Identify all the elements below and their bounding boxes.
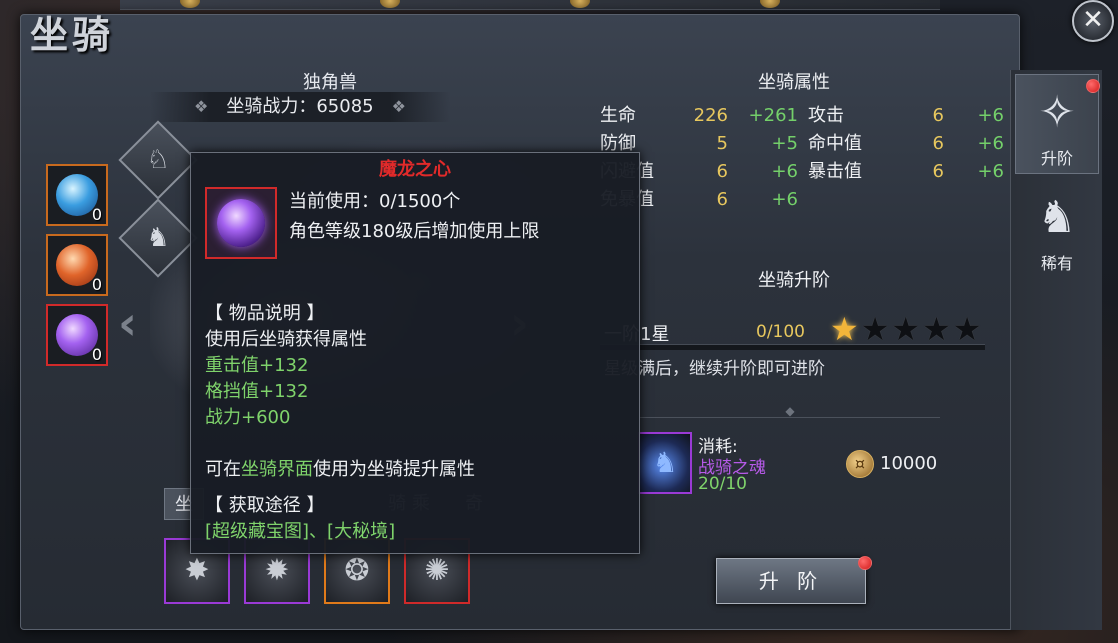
divider: ◆: [640, 404, 940, 418]
stat-label: 生命: [600, 105, 636, 126]
stat-bonus: +6: [977, 105, 1004, 126]
stat-value: 6: [932, 161, 944, 182]
currency-strip: [120, 0, 940, 10]
stat-value: 6: [932, 133, 944, 154]
tooltip-sources[interactable]: [超级藏宝图]、[大秘境]: [205, 517, 395, 543]
ornament-icon: ❖: [391, 97, 406, 116]
ornament-icon: ❖: [194, 97, 209, 116]
notification-dot: [858, 556, 872, 570]
stat-label: 暴击值: [808, 161, 862, 182]
tooltip-source-header: 【 获取途径 】: [205, 495, 325, 516]
consumable-slot[interactable]: 0: [46, 304, 108, 366]
usage-text: 使用为坐骑提升属性: [313, 459, 475, 480]
star-empty-icon: ★: [922, 310, 953, 348]
cost-item-slot[interactable]: ♞: [638, 432, 692, 494]
tooltip-item-icon: [205, 187, 277, 259]
star-filled-icon: ★: [830, 310, 861, 348]
gold-coin-icon: [180, 0, 200, 8]
star-empty-icon: ★: [860, 310, 892, 348]
stat-bonus: +6: [771, 189, 798, 210]
stat-row: 生命 226 +261: [600, 104, 800, 128]
upgrade-button[interactable]: 升 阶: [716, 558, 866, 604]
upgrade-title: 坐骑升阶: [758, 270, 830, 291]
dragon-heart-icon: [217, 199, 265, 247]
tooltip-desc-header: 【 物品说明 】: [205, 303, 325, 324]
rider-icon: ♘: [146, 145, 170, 175]
stat-row: 命中值 6 +6: [808, 132, 1008, 156]
tooltip-bonus: 格挡值+132: [205, 381, 309, 402]
stat-value: 6: [932, 105, 944, 126]
tooltip-limit-note: 角色等级180级后增加使用上限: [289, 221, 540, 242]
tooltip-usage: 可在坐骑界面使用为坐骑提升属性: [205, 455, 475, 481]
star-empty-icon: ★: [891, 310, 923, 348]
rank-up-icon: ✧: [1038, 87, 1076, 138]
close-button[interactable]: ✕: [1072, 0, 1114, 42]
item-tooltip: 魔龙之心 当前使用：0/1500个 角色等级180级后增加使用上限 【 物品说明…: [190, 152, 640, 554]
side-tab-bar: ✧ 升阶 ♞ 稀有: [1010, 70, 1102, 630]
stat-value: 6: [716, 161, 728, 182]
item-count: 0: [91, 345, 102, 364]
rank-progress: 0/100: [756, 322, 805, 342]
mount-power: ❖ 坐骑战力：65085 ❖: [150, 92, 450, 122]
mount-name: 独角兽: [303, 72, 357, 93]
attributes-title: 坐骑属性: [758, 72, 830, 93]
notification-dot: [1086, 79, 1100, 93]
stat-value: 5: [716, 133, 728, 154]
tab-rank-up[interactable]: ✧ 升阶: [1015, 74, 1100, 174]
star-empty-icon: ★: [952, 310, 984, 348]
cost-amount: 20/10: [698, 474, 747, 494]
unicorn-icon: ♞: [1037, 192, 1077, 243]
crystal-icon: [570, 0, 590, 8]
tooltip-bonus: 战力+600: [205, 407, 291, 428]
stat-bonus: +5: [771, 133, 798, 154]
close-icon: ✕: [1082, 5, 1104, 35]
item-count: 0: [91, 275, 102, 294]
stat-row: 暴击值 6 +6: [808, 160, 1008, 184]
stat-bonus: +6: [771, 161, 798, 182]
gold-amount: 10000: [880, 453, 938, 474]
stat-bonus: +6: [977, 133, 1004, 154]
prev-arrow[interactable]: ‹: [118, 296, 137, 350]
tab-label: 稀有: [1040, 254, 1073, 273]
mount-screen-link[interactable]: 坐骑界面: [241, 459, 313, 480]
stat-value: 6: [716, 189, 728, 210]
gold-coin-icon: ¤: [846, 450, 874, 478]
stat-bonus: +6: [977, 161, 1004, 182]
consumable-slot[interactable]: 0: [46, 164, 108, 226]
usage-text: 可在: [205, 459, 241, 480]
stat-label: 攻击: [808, 105, 844, 126]
consumable-slot[interactable]: 0: [46, 234, 108, 296]
tab-label: 升阶: [1040, 149, 1073, 168]
stat-label: 命中值: [808, 133, 862, 154]
star-rating: ★★★★★: [830, 310, 983, 348]
stat-value: 226: [693, 105, 728, 126]
pegasus-icon: ♞: [146, 223, 170, 253]
window-title: 坐骑: [30, 12, 115, 57]
scroll-icon: [380, 0, 400, 8]
stat-row: 攻击 6 +6: [808, 104, 1008, 128]
power-label: 坐骑战力：65085: [226, 96, 374, 117]
tooltip-bonus: 重击值+132: [205, 355, 309, 376]
stat-bonus: +261: [748, 105, 798, 126]
tab-rare[interactable]: ♞ 稀有: [1015, 180, 1099, 280]
tooltip-current-use: 当前使用：0/1500个: [289, 191, 461, 212]
dragon-soul-icon: ♞: [652, 446, 678, 479]
tooltip-desc: 使用后坐骑获得属性: [205, 329, 367, 350]
gem-icon: [760, 0, 780, 8]
tooltip-title: 魔龙之心: [379, 159, 451, 180]
item-count: 0: [91, 205, 102, 224]
